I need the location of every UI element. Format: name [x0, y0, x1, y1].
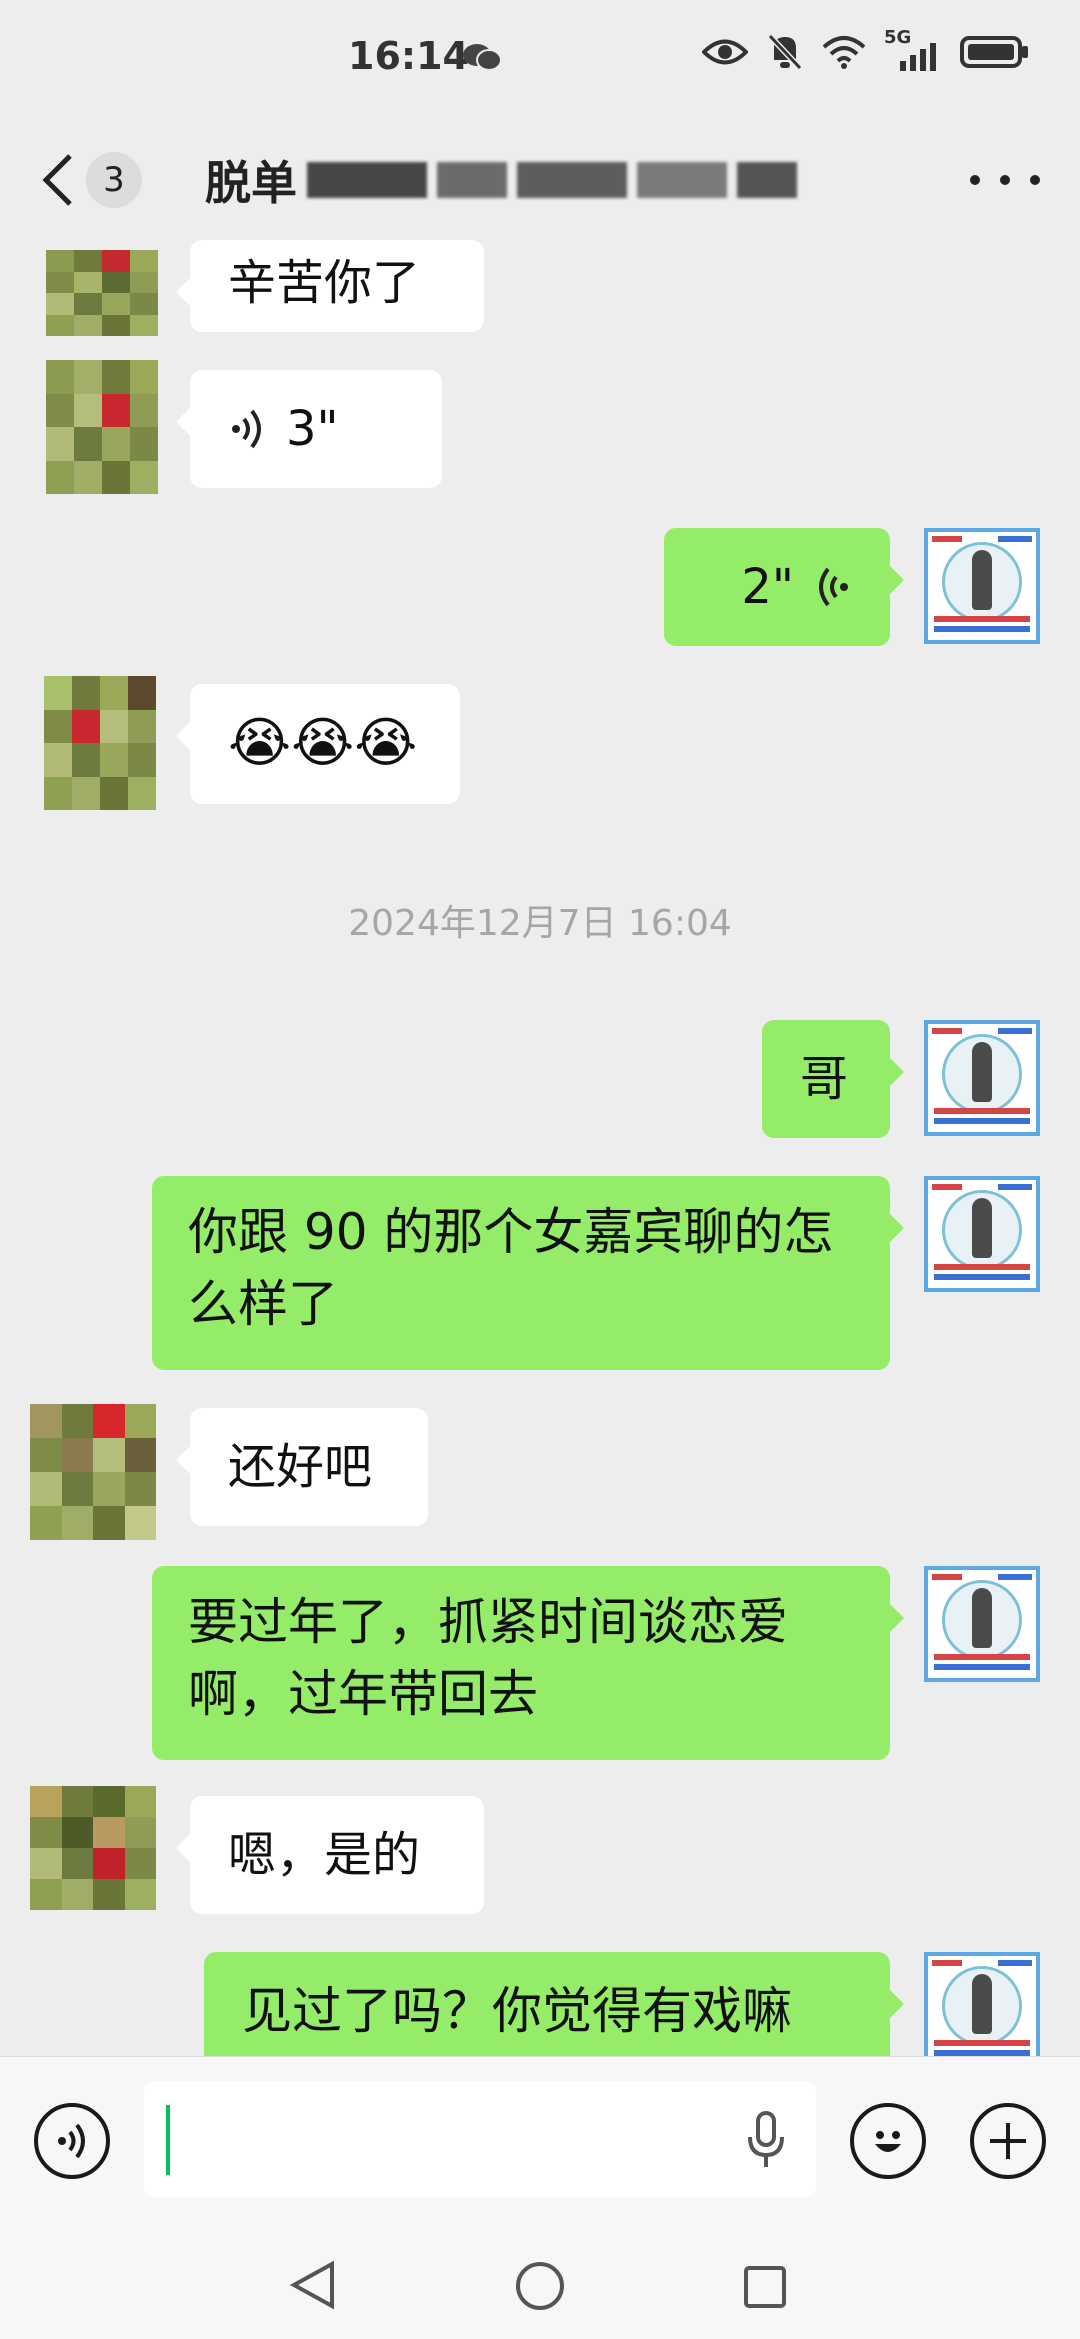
- message-bubble-sent[interactable]: 哥: [762, 1020, 904, 1138]
- emoji-icon: [875, 2131, 901, 2152]
- system-navigation-bar: [0, 2216, 1080, 2338]
- chat-header: 3 脱单: [0, 120, 1080, 240]
- unread-count-badge: 3: [86, 152, 142, 208]
- voice-duration: 3": [286, 401, 339, 457]
- voice-wave-icon: [819, 567, 848, 607]
- emoji-button[interactable]: [850, 2103, 926, 2179]
- text-cursor: [166, 2105, 170, 2175]
- redacted-title-block: [737, 162, 797, 198]
- voice-duration: 2": [741, 559, 794, 615]
- message-bubble-sent[interactable]: 见过了吗？你觉得有戏嘛: [204, 1952, 904, 2070]
- my-avatar[interactable]: [924, 1566, 1040, 1682]
- my-avatar[interactable]: [924, 528, 1040, 644]
- recents-square-icon[interactable]: [742, 2264, 788, 2310]
- message-bubble-received[interactable]: 还好吧: [176, 1408, 428, 1526]
- voice-wave-icon: [232, 409, 261, 449]
- more-button[interactable]: [970, 150, 1040, 210]
- plus-icon: [990, 2123, 1026, 2159]
- more-actions-button[interactable]: [970, 2103, 1046, 2179]
- back-triangle-icon[interactable]: [290, 2260, 336, 2310]
- microphone-icon[interactable]: [746, 2111, 786, 2171]
- voice-message-received[interactable]: 3": [176, 370, 442, 488]
- status-icons: 5G: [702, 27, 1030, 72]
- contact-avatar[interactable]: [46, 250, 158, 336]
- redacted-title-block: [307, 162, 427, 198]
- more-dots-icon: [970, 175, 980, 185]
- mute-bell-icon: [767, 33, 803, 71]
- redacted-title-block: [517, 162, 627, 198]
- status-bar: 16:14 5G: [0, 0, 1080, 120]
- redacted-title-block: [437, 162, 507, 198]
- signal-bars-icon: [900, 43, 936, 71]
- redacted-title-block: [637, 162, 727, 198]
- status-time: 16:14: [348, 34, 469, 78]
- battery-icon: [960, 36, 1028, 68]
- my-avatar[interactable]: [924, 1176, 1040, 1292]
- emoji-message-received[interactable]: 😭😭😭: [176, 684, 460, 804]
- chevron-left-icon: [42, 154, 72, 206]
- message-text-input[interactable]: [144, 2081, 816, 2197]
- message-bubble-received[interactable]: 嗯，是的: [176, 1796, 484, 1914]
- signal-indicator: 5G: [884, 27, 942, 71]
- back-button[interactable]: 3: [40, 150, 150, 210]
- chat-title[interactable]: 脱单: [205, 148, 855, 212]
- message-bubble-received[interactable]: 辛苦你了: [176, 240, 484, 332]
- home-circle-icon[interactable]: [514, 2260, 566, 2312]
- contact-avatar[interactable]: [44, 676, 156, 810]
- wifi-icon: [822, 36, 866, 69]
- wechat-notification-icon: [463, 44, 502, 71]
- my-avatar[interactable]: [924, 1020, 1040, 1136]
- message-bubble-sent[interactable]: 要过年了，抓紧时间谈恋爱啊，过年带回去: [152, 1566, 904, 1760]
- message-bubble-sent[interactable]: 你跟 90 的那个女嘉宾聊的怎么样了: [152, 1176, 904, 1370]
- voice-toggle-button[interactable]: [34, 2103, 110, 2179]
- contact-avatar[interactable]: [30, 1404, 156, 1540]
- eye-icon: [702, 39, 748, 65]
- voice-message-sent[interactable]: 2": [664, 528, 904, 646]
- chat-title-text: 脱单: [205, 156, 297, 210]
- contact-avatar[interactable]: [46, 360, 158, 494]
- voice-icon: [58, 2123, 85, 2159]
- chat-timestamp: 2024年12月7日 16:04: [348, 903, 732, 944]
- my-avatar[interactable]: [924, 1952, 1040, 2068]
- contact-avatar[interactable]: [30, 1786, 156, 1910]
